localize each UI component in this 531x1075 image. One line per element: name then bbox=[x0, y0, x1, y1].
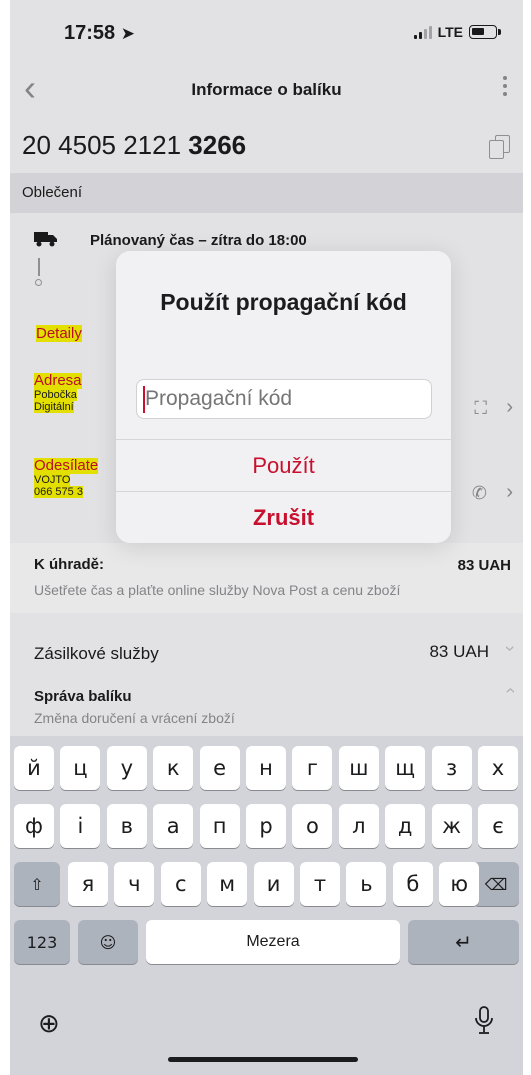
key[interactable]: в bbox=[106, 804, 147, 848]
key[interactable]: х bbox=[478, 746, 518, 790]
frame-left bbox=[0, 0, 10, 1075]
key[interactable]: я bbox=[68, 862, 108, 906]
keyboard-row-1: йцукенгшщзх bbox=[10, 746, 523, 790]
key[interactable]: з bbox=[431, 746, 472, 790]
globe-icon[interactable]: ⊕ bbox=[38, 1008, 60, 1039]
key[interactable]: ф bbox=[14, 804, 54, 848]
key[interactable]: ю bbox=[439, 862, 480, 906]
key[interactable]: е bbox=[199, 746, 240, 790]
key[interactable]: ч bbox=[114, 862, 155, 906]
key[interactable]: г bbox=[292, 746, 333, 790]
cancel-button[interactable]: Zrušit bbox=[116, 493, 451, 543]
microphone-icon[interactable] bbox=[474, 1006, 494, 1036]
numbers-key[interactable]: 123 bbox=[14, 920, 70, 964]
key[interactable]: ь bbox=[346, 862, 387, 906]
promo-code-dialog: Použít propagační kód Použít Zrušit bbox=[116, 251, 451, 543]
key[interactable]: к bbox=[153, 746, 194, 790]
key[interactable]: н bbox=[246, 746, 286, 790]
text-caret bbox=[143, 386, 145, 413]
backspace-icon[interactable]: ⌫ bbox=[473, 862, 519, 906]
key[interactable]: т bbox=[300, 862, 340, 906]
key[interactable]: п bbox=[199, 804, 240, 848]
key[interactable]: у bbox=[106, 746, 147, 790]
key[interactable]: а bbox=[153, 804, 194, 848]
key[interactable]: б bbox=[392, 862, 433, 906]
dialog-separator bbox=[116, 439, 451, 440]
key[interactable]: й bbox=[14, 746, 54, 790]
key[interactable]: д bbox=[385, 804, 426, 848]
key[interactable]: л bbox=[338, 804, 379, 848]
keyboard-row-4: 123 ☺ Mezera ↵ bbox=[10, 920, 523, 964]
shift-icon[interactable]: ⇧ bbox=[14, 862, 60, 906]
key[interactable]: є bbox=[478, 804, 518, 848]
return-icon[interactable]: ↵ bbox=[408, 920, 519, 964]
keyboard-row-3: ⇧ ⌫ ячсмитьбю bbox=[10, 862, 523, 906]
key[interactable]: ц bbox=[60, 746, 101, 790]
key[interactable]: и bbox=[253, 862, 294, 906]
promo-code-input[interactable] bbox=[136, 379, 432, 419]
space-key[interactable]: Mezera bbox=[146, 920, 400, 964]
key[interactable]: с bbox=[160, 862, 201, 906]
key[interactable]: ж bbox=[431, 804, 472, 848]
key[interactable]: р bbox=[246, 804, 286, 848]
key[interactable]: о bbox=[292, 804, 333, 848]
dialog-separator bbox=[116, 491, 451, 492]
frame-right bbox=[523, 0, 531, 1075]
key[interactable]: і bbox=[60, 804, 101, 848]
key[interactable]: щ bbox=[385, 746, 426, 790]
app-screen: 17:58 ➤ LTE ‹ Informace o balíku 20 4505… bbox=[10, 0, 523, 1075]
emoji-icon[interactable]: ☺ bbox=[78, 920, 138, 964]
key[interactable]: ш bbox=[338, 746, 379, 790]
key[interactable]: м bbox=[207, 862, 248, 906]
apply-button[interactable]: Použít bbox=[116, 441, 451, 491]
keyboard: йцукенгшщзх фівапролджє ⇧ ⌫ ячсмитьбю 12… bbox=[10, 736, 523, 1075]
keyboard-row-2: фівапролджє bbox=[10, 804, 523, 848]
dialog-title: Použít propagační kód bbox=[160, 289, 407, 315]
home-indicator bbox=[168, 1057, 358, 1062]
